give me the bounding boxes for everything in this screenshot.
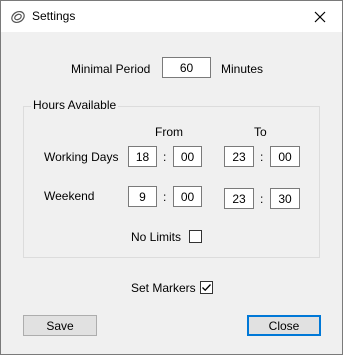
minutes-unit-label: Minutes [221,62,264,76]
no-limits-label: No Limits [131,230,182,244]
time-separator: : [163,190,167,204]
working-days-from-minute[interactable]: 00 [173,146,202,167]
close-button[interactable]: Close [247,315,321,336]
close-icon[interactable] [302,1,338,32]
weekend-from-hour[interactable]: 9 [128,186,157,207]
time-separator: : [260,192,264,206]
checkmark-icon [202,284,211,292]
minimal-period-label: Minimal Period [71,62,151,76]
from-header: From [155,125,183,139]
weekend-from-minute[interactable]: 00 [173,186,202,207]
weekend-to-hour[interactable]: 23 [224,188,254,209]
title-bar[interactable]: Settings [1,1,342,32]
save-button[interactable]: Save [23,315,97,336]
minimal-period-input[interactable]: 60 [162,57,211,78]
set-markers-label: Set Markers [131,281,196,295]
weekend-label: Weekend [44,189,95,203]
app-icon [10,9,26,25]
time-separator: : [163,150,167,164]
working-days-to-hour[interactable]: 23 [224,146,254,167]
settings-dialog: Settings Minimal Period 60 Minutes Hours… [0,0,343,355]
working-days-from-hour[interactable]: 18 [128,146,157,167]
no-limits-checkbox[interactable] [189,230,202,243]
working-days-to-minute[interactable]: 00 [270,146,300,167]
set-markers-checkbox[interactable] [200,281,213,294]
window-title: Settings [32,9,76,23]
to-header: To [254,125,267,139]
time-separator: : [260,150,264,164]
weekend-to-minute[interactable]: 30 [270,188,300,209]
working-days-label: Working Days [44,150,119,164]
hours-available-title: Hours Available [31,98,119,112]
